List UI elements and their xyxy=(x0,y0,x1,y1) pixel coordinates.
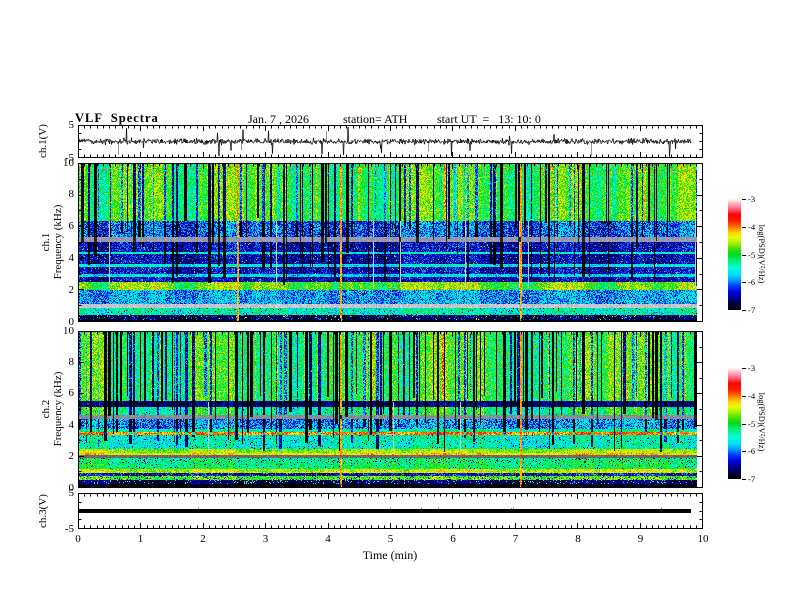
colorbar-tick xyxy=(742,310,746,311)
vlf-spectra-page: VLF Spectra Jan. 7 , 2026 station= ATH s… xyxy=(0,0,792,612)
colorbar-tick xyxy=(742,226,746,228)
figure-title: VLF Spectra xyxy=(75,111,159,125)
y-tick-label: 10 xyxy=(63,156,74,169)
y-tick-label: 6 xyxy=(68,387,75,400)
colorbar-ch2-label: log(PSD)(V²/Hz) xyxy=(757,392,767,452)
y-tick-label: 2 xyxy=(68,450,75,463)
colorbar-tick xyxy=(742,199,746,200)
ch2-spectrogram-axis-label: ch.2 Frequency (kHz) xyxy=(40,354,64,464)
colorbar-tick-label: -4 xyxy=(748,221,756,232)
ch1-waveform-panel xyxy=(78,125,703,158)
x-tick-label: 5 xyxy=(387,533,394,545)
colorbar-tick-label: -3 xyxy=(748,363,756,373)
y-tick-label: 2 xyxy=(68,283,75,296)
x-tick-label: 2 xyxy=(200,533,206,545)
colorbar-tick-label: -6 xyxy=(748,446,756,457)
colorbar-tick-label: -5 xyxy=(748,418,756,429)
colorbar-tick-label: -5 xyxy=(748,249,756,260)
y-tick-label: 5 xyxy=(68,118,75,131)
colorbar-ch1 xyxy=(728,199,741,310)
colorbar-tick-label: -4 xyxy=(748,390,756,401)
ch1-label-line: ch.1 xyxy=(40,232,52,252)
ch2-label-line: ch.2 xyxy=(40,399,52,419)
x-tick-label: 0 xyxy=(75,533,81,545)
colorbar-tick xyxy=(742,368,746,369)
colorbar-tick xyxy=(742,254,746,256)
vlf-spectra-figure: VLF Spectra Jan. 7 , 2026 station= ATH s… xyxy=(0,0,792,612)
x-tick-label: 8 xyxy=(575,533,581,545)
y-tick-label: 8 xyxy=(68,355,75,368)
time-axis-label: Time (min) xyxy=(362,548,418,562)
colorbar-tick-label: -3 xyxy=(748,194,756,204)
x-tick-label: 1 xyxy=(137,533,144,545)
colorbar-tick xyxy=(742,479,746,480)
colorbar-ch1-label: log(PSD)(V²/Hz) xyxy=(757,224,767,284)
ch1-voltage-axis-label: ch.1(V) xyxy=(37,124,49,158)
y-tick-label: 4 xyxy=(68,418,75,431)
colorbar-tick-label: -6 xyxy=(748,277,756,288)
y-tick-label: 8 xyxy=(68,188,75,201)
ch3-waveform-panel xyxy=(78,493,703,529)
frequency-label-line: Frequency (kHz) xyxy=(52,371,64,447)
ch2-spectrogram-panel xyxy=(78,331,703,488)
colorbar-tick xyxy=(742,423,746,425)
ch1-spectrogram-panel xyxy=(78,163,703,322)
x-tick-label: 6 xyxy=(450,533,456,545)
x-tick-label: 10 xyxy=(697,533,709,545)
colorbar-tick-label: -7 xyxy=(748,474,756,484)
colorbar-ch2 xyxy=(728,368,741,479)
y-tick-label: 6 xyxy=(68,220,75,233)
x-tick-label: 9 xyxy=(637,533,644,545)
ch1-spectrogram-axis-label: ch.1 Frequency (kHz) xyxy=(40,187,64,297)
x-tick-label: 7 xyxy=(512,533,519,545)
colorbar-tick-label: -7 xyxy=(748,305,756,315)
x-tick-label: 4 xyxy=(325,533,331,545)
x-tick-label: 3 xyxy=(262,533,269,545)
y-tick-label: 10 xyxy=(63,324,74,337)
colorbar-tick xyxy=(742,451,746,453)
y-tick-label: -5 xyxy=(64,522,74,535)
colorbar-tick xyxy=(742,282,746,284)
y-tick-label: 4 xyxy=(68,251,75,264)
frequency-label-line: Frequency (kHz) xyxy=(52,204,64,280)
colorbar-tick xyxy=(742,395,746,397)
y-tick-label: 5 xyxy=(68,486,75,499)
